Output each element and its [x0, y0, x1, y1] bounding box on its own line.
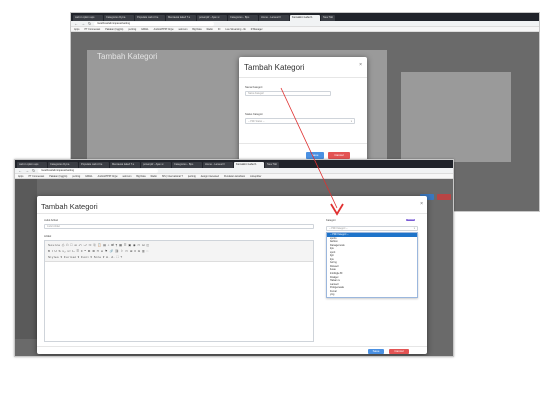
bookmark-item[interactable]: Pakaian (Inggris) [49, 174, 67, 178]
bookmark-item[interactable]: coiceprilier [250, 174, 261, 178]
bookmark-item[interactable]: R Manager [251, 27, 263, 31]
app-backdrop: Tambah Kategori × Judul Artikel Judul Ar… [15, 179, 453, 356]
tambah-kategori-modal: Tambah Kategori × Nama Kategori Nama Kat… [239, 57, 367, 169]
kategori-select[interactable]: -- Pilih Kategori -- ▾ [326, 226, 418, 231]
bookmark-item[interactable]: Apps [74, 27, 79, 31]
back-icon[interactable]: ← [18, 168, 22, 174]
reload-icon[interactable]: ↻ [32, 168, 35, 174]
screenshot-bottom: web.it option aps Categories Dyna Popula… [14, 159, 454, 357]
close-icon[interactable]: × [359, 62, 362, 68]
sidebar [15, 179, 37, 339]
address-bar[interactable]: localhost/adminpanel/setting [38, 168, 159, 173]
cancel-button[interactable]: Cancel [389, 349, 409, 354]
nama-kategori-label: Nama Kategori [245, 86, 263, 89]
bookmark-item[interactable]: IO [218, 27, 221, 31]
bookmark-item[interactable]: pertinig [128, 27, 136, 31]
bookmark-item[interactable]: GMAIL [141, 27, 148, 31]
bookmark-item[interactable]: PT Connexaiet [84, 27, 100, 31]
bookmark-item[interactable]: PT Connexaiet [28, 174, 44, 178]
judul-artikel-input[interactable]: Judul Artikel [44, 224, 314, 229]
modal-footer-divider [37, 346, 427, 347]
bookmark-item[interactable]: pertinig [188, 174, 196, 178]
modal-title: Tambah Kategori [244, 63, 305, 72]
chevron-down-icon: ▾ [350, 120, 352, 123]
background-side-panel [401, 72, 511, 162]
chevron-down-icon: ▾ [413, 227, 415, 230]
bookmark-item[interactable]: AndroidTPIP Orgw [154, 27, 174, 31]
browser-tabbar: web.it option aps Categories Dyna Popula… [71, 13, 539, 21]
tambah-kategori-artikel-modal: Tambah Kategori × Judul Artikel Judul Ar… [37, 196, 427, 354]
modal-header-divider [239, 77, 367, 78]
nama-kategori-input[interactable]: Nama Kategori [245, 91, 331, 96]
cancel-button[interactable]: Cancel [328, 152, 350, 159]
bookmark-item[interactable]: Live Streaming - IE [225, 27, 245, 31]
rich-text-editor[interactable]: Source ⎙ ▢ ☐ ⌫ ⤺ ⤻ ✂ ⎘ 📋 ▤ ⌕ ⇄ ¶ ▦ ☰ ▣ ◉… [44, 240, 314, 342]
browser-tabbar: web.it option aps Categories Dyna Popula… [15, 160, 453, 168]
editor-toolbar-row-1[interactable]: Source ⎙ ▢ ☐ ⌫ ⤺ ⤻ ✂ ⎘ 📋 ▤ ⌕ ⇄ ¶ ▦ ☰ ▣ ◉… [48, 243, 150, 248]
save-button[interactable]: Save [368, 349, 384, 354]
dropdown-option[interactable]: ying [327, 293, 417, 297]
editor-toolbar-row-2[interactable]: B I U S x₂ x² Iₓ ☰ ≡ ❝ ⊏ ⊐ ⊓ ⊔ ⚑ 🔗 ⛓ ⚐ ▭… [48, 249, 149, 254]
modal-header-divider [37, 213, 427, 214]
back-icon[interactable]: ← [74, 21, 78, 27]
status-kategori-value: -- Pilih Status -- [248, 120, 265, 123]
status-kategori-select[interactable]: -- Pilih Status -- ▾ [245, 118, 355, 124]
bookmark-item[interactable]: Big Data [192, 27, 201, 31]
kategori-dropdown-list: -- Pilih Kategori -- sports fashion Dana… [326, 232, 418, 298]
bookmark-item[interactable]: Apps [18, 174, 23, 178]
judul-artikel-label: Judul Artikel [44, 219, 58, 222]
modal-title: Tambah Kategori [41, 202, 98, 211]
artikel-label: Artikel [44, 235, 52, 238]
status-kategori-label: Status Kategori [245, 113, 263, 116]
bookmark-item[interactable]: web.kon [179, 27, 188, 31]
bookmark-item[interactable]: Radio [207, 27, 213, 31]
bookmark-item[interactable]: Big Data [136, 174, 145, 178]
bookmark-item[interactable]: Radio [151, 174, 157, 178]
bookmark-item[interactable]: design interested [201, 174, 219, 178]
address-bar[interactable]: localhost/adminpanel/setting [94, 21, 215, 26]
bookmark-item[interactable]: pertinig [72, 174, 80, 178]
forward-icon[interactable]: → [25, 168, 29, 174]
save-button[interactable]: Save [306, 152, 324, 159]
background-cancel-button [437, 194, 451, 200]
tambah-kategori-badge[interactable]: Tambah [406, 219, 416, 221]
background-title: Tambah Kategori [97, 52, 158, 61]
close-icon[interactable]: × [420, 201, 423, 207]
bookmark-item[interactable]: GMAIL [85, 174, 92, 178]
forward-icon[interactable]: → [81, 21, 85, 27]
kategori-select-value: -- Pilih Kategori -- [329, 227, 348, 230]
bookmark-item[interactable]: AndroidTPIP Orgw [98, 174, 118, 178]
editor-format-row[interactable]: Styles ▾ Format ▾ Font ▾ Size ▾ A· A· ⛶ … [48, 255, 123, 260]
modal-footer-divider [239, 143, 367, 144]
bookmark-item[interactable]: ISS | International T [162, 174, 183, 178]
kategori-label: Kategori [326, 219, 336, 222]
reload-icon[interactable]: ↻ [88, 21, 91, 27]
bookmark-item[interactable]: Pakaian (Inggris) [105, 27, 123, 31]
bookmark-item[interactable]: Pendaran tamaSusi [224, 174, 245, 178]
bookmark-item[interactable]: web.kon [123, 174, 132, 178]
